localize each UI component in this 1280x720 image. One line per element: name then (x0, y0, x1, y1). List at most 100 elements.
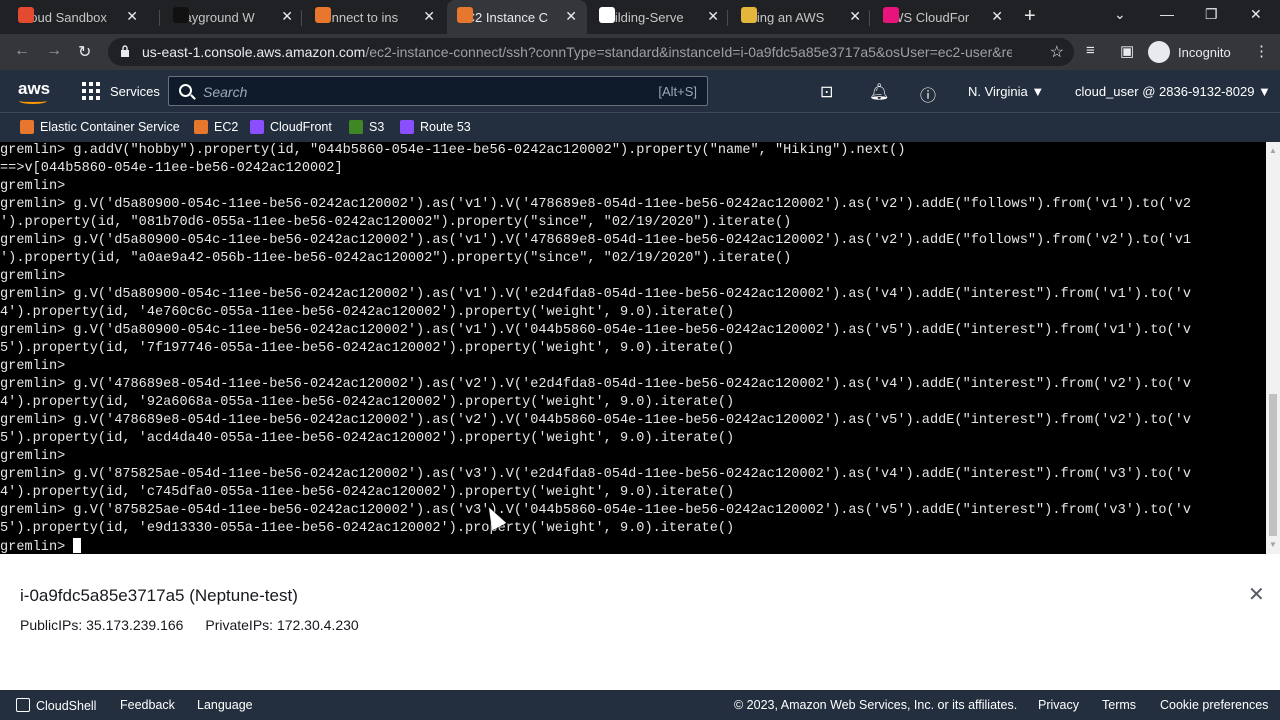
terminal-line: ').property(id, "a0ae9a42-056b-11ee-be56… (0, 251, 792, 266)
terms-link[interactable]: Terms (1102, 698, 1136, 712)
favorite-label: Elastic Container Service (40, 120, 180, 134)
close-tab-icon[interactable]: ✕ (991, 8, 1003, 25)
tab-separator (869, 10, 870, 26)
feedback-link[interactable]: Feedback (120, 698, 175, 712)
tab-separator (159, 10, 160, 26)
terminal-line: gremlin> (0, 269, 66, 284)
scroll-down-icon[interactable]: ▼ (1269, 540, 1277, 549)
close-panel-icon[interactable]: ✕ (1248, 582, 1265, 607)
favorite-service-link[interactable]: CloudFront (250, 120, 332, 134)
restore-icon[interactable]: ❐ (1205, 6, 1218, 23)
browser-tab[interactable]: Playground W ✕ (163, 0, 303, 34)
bookmark-star-icon[interactable]: ☆ (1050, 42, 1064, 62)
close-tab-icon[interactable]: ✕ (423, 8, 435, 25)
copyright-text: © 2023, Amazon Web Services, Inc. or its… (734, 698, 1018, 712)
search-input[interactable]: Search [Alt+S] (168, 76, 708, 106)
scrollbar-thumb[interactable] (1269, 394, 1277, 536)
browser-tab[interactable]: AWS CloudFor ✕ (873, 0, 1013, 34)
scroll-up-icon[interactable]: ▲ (1269, 146, 1277, 155)
close-tab-icon[interactable]: ✕ (707, 8, 719, 25)
instance-details-panel: i-0a9fdc5a85e3717a5 (Neptune-test) Publi… (0, 554, 1280, 690)
menu-icon[interactable]: ⋮ (1254, 42, 1269, 60)
browser-tab[interactable]: Connect to ins ✕ (305, 0, 445, 34)
box-icon (741, 7, 757, 23)
reading-list-icon[interactable]: ≡ (1086, 42, 1095, 59)
favorite-service-link[interactable]: Route 53 (400, 120, 471, 134)
close-tab-icon[interactable]: ✕ (126, 8, 138, 25)
service-icon (400, 120, 414, 134)
profile-label: Incognito (1178, 44, 1231, 60)
console-footer: CloudShell Feedback Language © 2023, Ama… (0, 690, 1280, 720)
side-panel-icon[interactable]: ▣ (1120, 42, 1134, 60)
services-menu-button[interactable]: Services (82, 82, 160, 100)
terminal-line: gremlin> g.addV("hobby").property(id, "0… (0, 143, 906, 158)
terminal-line: gremlin> g.V('d5a80900-054c-11ee-be56-02… (0, 197, 1192, 212)
instance-title: i-0a9fdc5a85e3717a5 (Neptune-test) (20, 586, 298, 605)
terminal-line: gremlin> g.V('d5a80900-054c-11ee-be56-02… (0, 287, 1192, 302)
address-bar[interactable]: us-east-1.console.aws.amazon.com/ec2-ins… (108, 38, 1074, 66)
search-icon (179, 84, 192, 97)
terminal-line: 4').property(id, '4e760c6c-055a-11ee-be5… (0, 305, 735, 320)
url-text: us-east-1.console.aws.amazon.com/ec2-ins… (142, 44, 1012, 60)
close-window-icon[interactable]: ✕ (1250, 6, 1262, 23)
reload-icon[interactable]: ↻ (78, 42, 91, 62)
terminal-line: gremlin> g.V('478689e8-054d-11ee-be56-02… (0, 413, 1192, 428)
back-icon[interactable]: ← (14, 42, 30, 60)
terminal-line: gremlin> g.V('d5a80900-054c-11ee-be56-02… (0, 323, 1192, 338)
favorite-label: S3 (369, 120, 385, 134)
tab-separator (301, 10, 302, 26)
new-tab-button[interactable]: + (1024, 5, 1036, 28)
aws-ec2-icon (457, 7, 473, 23)
terminal-line: gremlin> g.V('875825ae-054d-11ee-be56-02… (0, 503, 1192, 518)
language-link[interactable]: Language (197, 698, 253, 712)
incognito-icon (1148, 41, 1170, 63)
browser-tab[interactable]: Building-Serve ✕ (589, 0, 729, 34)
cloudshell-footer-button[interactable]: CloudShell (16, 698, 96, 713)
browser-tab[interactable]: EC2 Instance C ✕ (447, 0, 587, 34)
playground-icon (173, 7, 189, 23)
close-tab-icon[interactable]: ✕ (281, 8, 293, 25)
aws-smile-icon (19, 98, 47, 104)
terminal-line: gremlin> (0, 179, 66, 194)
browser-tab[interactable]: Using an AWS ✕ (731, 0, 871, 34)
close-tab-icon[interactable]: ✕ (849, 8, 861, 25)
aws-logo[interactable]: aws (18, 79, 50, 104)
terminal-prompt-line[interactable]: gremlin> (0, 538, 1266, 554)
github-icon (599, 7, 615, 23)
terminal-line: gremlin> (0, 359, 66, 374)
terminal-line: 4').property(id, '92a6068a-055a-11ee-be5… (0, 395, 735, 410)
favorite-service-link[interactable]: EC2 (194, 120, 238, 134)
private-ips: PrivateIPs: 172.30.4.230 (205, 617, 359, 633)
terminal-line: 4').property(id, 'c745dfa0-055a-11ee-be5… (0, 485, 735, 500)
favorite-label: EC2 (214, 120, 239, 134)
terminal-output[interactable]: gremlin> g.addV("hobby").property(id, "0… (0, 142, 1266, 554)
terminal-line: gremlin> g.V('875825ae-054d-11ee-be56-02… (0, 467, 1192, 482)
browser-tab[interactable]: Cloud Sandbox ✕ (8, 0, 148, 34)
notifications-bell-icon[interactable]: 🔔︎ (869, 82, 889, 102)
cloudformation-icon (883, 7, 899, 23)
profile-button[interactable]: Incognito (1148, 41, 1231, 63)
tab-search-icon[interactable]: ⌄ (1114, 6, 1126, 23)
cloudshell-icon[interactable]: ⊡ (820, 82, 833, 102)
favorite-label: Route 53 (420, 120, 471, 134)
favorite-service-link[interactable]: S3 (349, 120, 384, 134)
terminal-scrollbar[interactable]: ▲ ▼ (1266, 142, 1280, 554)
close-tab-icon[interactable]: ✕ (565, 8, 577, 25)
aws-doc-icon (315, 7, 331, 23)
browser-toolbar: ← → ↻ us-east-1.console.aws.amazon.com/e… (0, 34, 1280, 70)
terminal-line: gremlin> g.V('d5a80900-054c-11ee-be56-02… (0, 233, 1192, 248)
favorites-bar: Elastic Container Service EC2 CloudFront S3… (0, 112, 1280, 142)
help-icon[interactable]: ⓘ (920, 82, 936, 106)
favorite-service-link[interactable]: Elastic Container Service (20, 120, 180, 134)
terminal-line: gremlin> (0, 449, 66, 464)
minimize-icon[interactable]: — (1160, 6, 1174, 22)
region-selector[interactable]: N. Virginia ▼ (968, 84, 1044, 99)
account-menu[interactable]: cloud_user @ 2836-9132-8029 ▼ (1075, 84, 1271, 99)
cookie-preferences-link[interactable]: Cookie preferences (1160, 698, 1268, 712)
forward-icon[interactable]: → (46, 42, 62, 60)
service-icon (250, 120, 264, 134)
cloud-icon (18, 7, 34, 23)
public-ips: PublicIPs: 35.173.239.166 (20, 617, 184, 633)
terminal-line: 5').property(id, 'e9d13330-055a-11ee-be5… (0, 521, 735, 536)
privacy-link[interactable]: Privacy (1038, 698, 1079, 712)
